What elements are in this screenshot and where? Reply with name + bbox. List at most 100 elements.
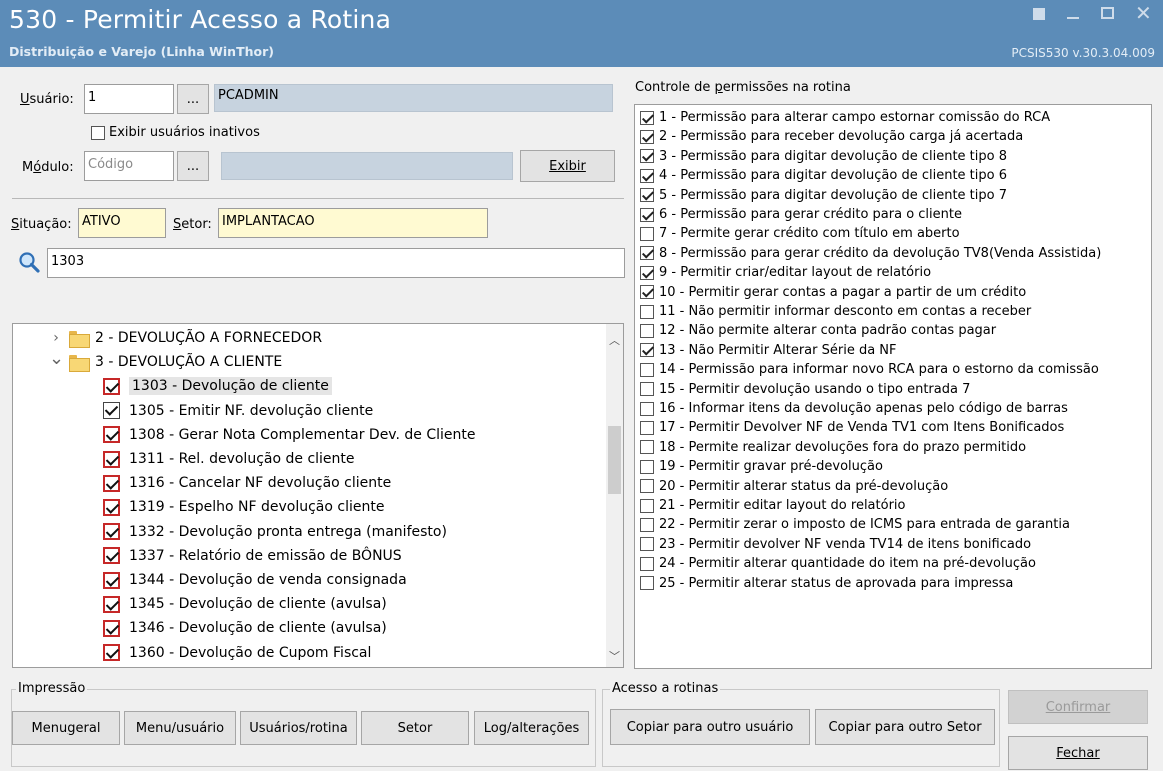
permission-item[interactable]: 20 - Permitir alterar status da pré-devo… [640,477,948,496]
usuarios-rotina-button[interactable]: Usuários/rotina [240,711,357,745]
tree-item[interactable]: 1308 - Gerar Nota Complementar Dev. de C… [103,423,476,447]
permission-item[interactable]: 18 - Permite realizar devoluções fora do… [640,438,1026,457]
tree-checkbox[interactable] [103,523,120,541]
chevron-right-icon[interactable]: › [49,330,63,346]
permission-checkbox[interactable] [640,556,654,571]
tree-checkbox[interactable] [103,402,120,420]
tree-checkbox[interactable] [103,644,120,662]
tree-checkbox[interactable] [103,498,120,516]
permission-checkbox[interactable] [640,440,654,455]
permission-checkbox[interactable] [640,459,654,474]
maximize-icon[interactable] [1101,6,1115,20]
permission-checkbox[interactable] [640,265,654,280]
scroll-up-icon[interactable]: ︿ [608,332,621,347]
tree-item[interactable]: 1303 - Devolução de cliente [103,374,332,398]
menu-geral-button[interactable]: Menu g eral [12,711,120,745]
permission-checkbox[interactable] [640,537,654,552]
permission-checkbox[interactable] [640,498,654,513]
routine-tree[interactable]: › 2 - DEVOLUÇÃO A FORNECEDOR ⌄ 3 - DEVOLUÇÃ… [12,323,624,668]
permission-checkbox[interactable] [640,226,654,241]
permission-item[interactable]: 11 - Não permitir informar desconto em c… [640,302,1031,321]
restore-icon[interactable] [1033,6,1047,20]
tree-scrollbar[interactable]: ︿ ﹀ [606,324,623,667]
tree-checkbox[interactable] [103,377,120,395]
tree-item[interactable]: 1305 - Emitir NF. devolução cliente [103,399,373,423]
tree-folder[interactable]: ⌄ 3 - DEVOLUÇÃO A CLIENTE [49,348,282,374]
modulo-code-input[interactable]: Código [84,151,174,181]
tree-checkbox[interactable] [103,547,120,565]
tree-item[interactable]: 1332 - Devolução pronta entrega (manifes… [103,520,447,544]
confirmar-button[interactable]: Confirmar [1008,690,1148,724]
permission-item[interactable]: 23 - Permitir devolver NF venda TV14 de … [640,535,1031,554]
tree-checkbox[interactable] [103,426,120,444]
permission-checkbox[interactable] [640,304,654,319]
permission-item[interactable]: 6 - Permissão para gerar crédito para o … [640,205,962,224]
checkbox-box[interactable] [91,125,105,140]
permissions-list[interactable]: 1 - Permissão para alterar campo estorna… [634,104,1152,669]
permission-item[interactable]: 12 - Não permite alterar conta padrão co… [640,321,996,340]
permission-checkbox[interactable] [640,382,654,397]
tree-item[interactable]: 1360 - Devolução de Cupom Fiscal [103,641,371,665]
permission-item[interactable]: 10 - Permitir gerar contas a pagar a par… [640,283,1026,302]
permission-checkbox[interactable] [640,285,654,300]
copiar-usuario-button[interactable]: Copiar para outro usuário [610,709,810,745]
tree-item[interactable]: 1311 - Rel. devolução de cliente [103,447,355,471]
permission-item[interactable]: 22 - Permitir zerar o imposto de ICMS pa… [640,515,1070,534]
tree-item[interactable]: 1345 - Devolução de cliente (avulsa) [103,592,387,616]
permission-item[interactable]: 13 - Não Permitir Alterar Série da NF [640,341,897,360]
permission-item[interactable]: 24 - Permitir alterar quantidade do item… [640,554,1036,573]
permission-item[interactable]: 9 - Permitir criar/editar layout de rela… [640,263,931,282]
permission-checkbox[interactable] [640,517,654,532]
permission-checkbox[interactable] [640,129,654,144]
scroll-thumb[interactable] [608,426,621,494]
permission-item[interactable]: 3 - Permissão para digitar devolução de … [640,147,1007,166]
permission-item[interactable]: 2 - Permissão para receber devolução car… [640,127,1023,146]
minimize-icon[interactable] [1067,6,1081,20]
permission-item[interactable]: 17 - Permitir Devolver NF de Venda TV1 c… [640,418,1064,437]
permission-item[interactable]: 19 - Permitir gravar pré-devolução [640,457,883,476]
tree-item[interactable]: 1319 - Espelho NF devolução cliente [103,495,384,519]
permission-item[interactable]: 25 - Permitir alterar status de aprovada… [640,574,1013,593]
tree-checkbox[interactable] [103,571,120,589]
log-alteracoes-button[interactable]: Log/alterações [474,711,589,745]
permission-checkbox[interactable] [640,110,654,125]
tree-checkbox[interactable] [103,595,120,613]
search-input[interactable]: 1303 [47,248,625,278]
permission-checkbox[interactable] [640,479,654,494]
exibir-inativos-checkbox[interactable]: Exibir usuários inativos [91,125,260,140]
permission-item[interactable]: 21 - Permitir editar layout do relatório [640,496,905,515]
permission-checkbox[interactable] [640,323,654,338]
permission-item[interactable]: 1 - Permissão para alterar campo estorna… [640,108,1050,127]
close-icon[interactable]: ✕ [1135,3,1152,23]
permission-item[interactable]: 4 - Permissão para digitar devolução de … [640,166,1007,185]
permission-checkbox[interactable] [640,362,654,377]
tree-folder[interactable]: ›5 - SIMPLES REMESSA [49,665,249,667]
usuario-code-input[interactable]: 1 [84,84,174,114]
menu-usuario-button[interactable]: Menu/usuário [124,711,236,745]
tree-item[interactable]: 1337 - Relatório de emissão de BÔNUS [103,544,402,568]
permission-item[interactable]: 14 - Permissão para informar novo RCA pa… [640,360,1099,379]
permission-checkbox[interactable] [640,188,654,203]
fechar-button[interactable]: Fechar [1008,736,1148,770]
permission-checkbox[interactable] [640,168,654,183]
permission-item[interactable]: 7 - Permite gerar crédito com título em … [640,224,960,243]
tree-checkbox[interactable] [103,474,120,492]
usuario-browse-button[interactable]: ... [177,84,209,114]
setor-button[interactable]: Setor [361,711,469,745]
tree-item[interactable]: 1346 - Devolução de cliente (avulsa) [103,616,387,640]
permission-item[interactable]: 16 - Informar itens da devolução apenas … [640,399,1068,418]
permission-checkbox[interactable] [640,149,654,164]
scroll-down-icon[interactable]: ﹀ [608,648,621,663]
permission-item[interactable]: 5 - Permissão para digitar devolução de … [640,186,1007,205]
copiar-setor-button[interactable]: Copiar para outro Setor [815,709,995,745]
permission-item[interactable]: 8 - Permissão para gerar crédito da devo… [640,244,1101,263]
tree-checkbox[interactable] [103,619,120,637]
tree-item[interactable]: 1344 - Devolução de venda consignada [103,568,407,592]
permission-item[interactable]: 15 - Permitir devolução usando o tipo en… [640,380,970,399]
permission-checkbox[interactable] [640,401,654,416]
permission-checkbox[interactable] [640,207,654,222]
permission-checkbox[interactable] [640,576,654,591]
tree-folder[interactable]: › 2 - DEVOLUÇÃO A FORNECEDOR [49,326,322,350]
exibir-button[interactable]: Exibir [520,150,615,182]
permission-checkbox[interactable] [640,246,654,261]
